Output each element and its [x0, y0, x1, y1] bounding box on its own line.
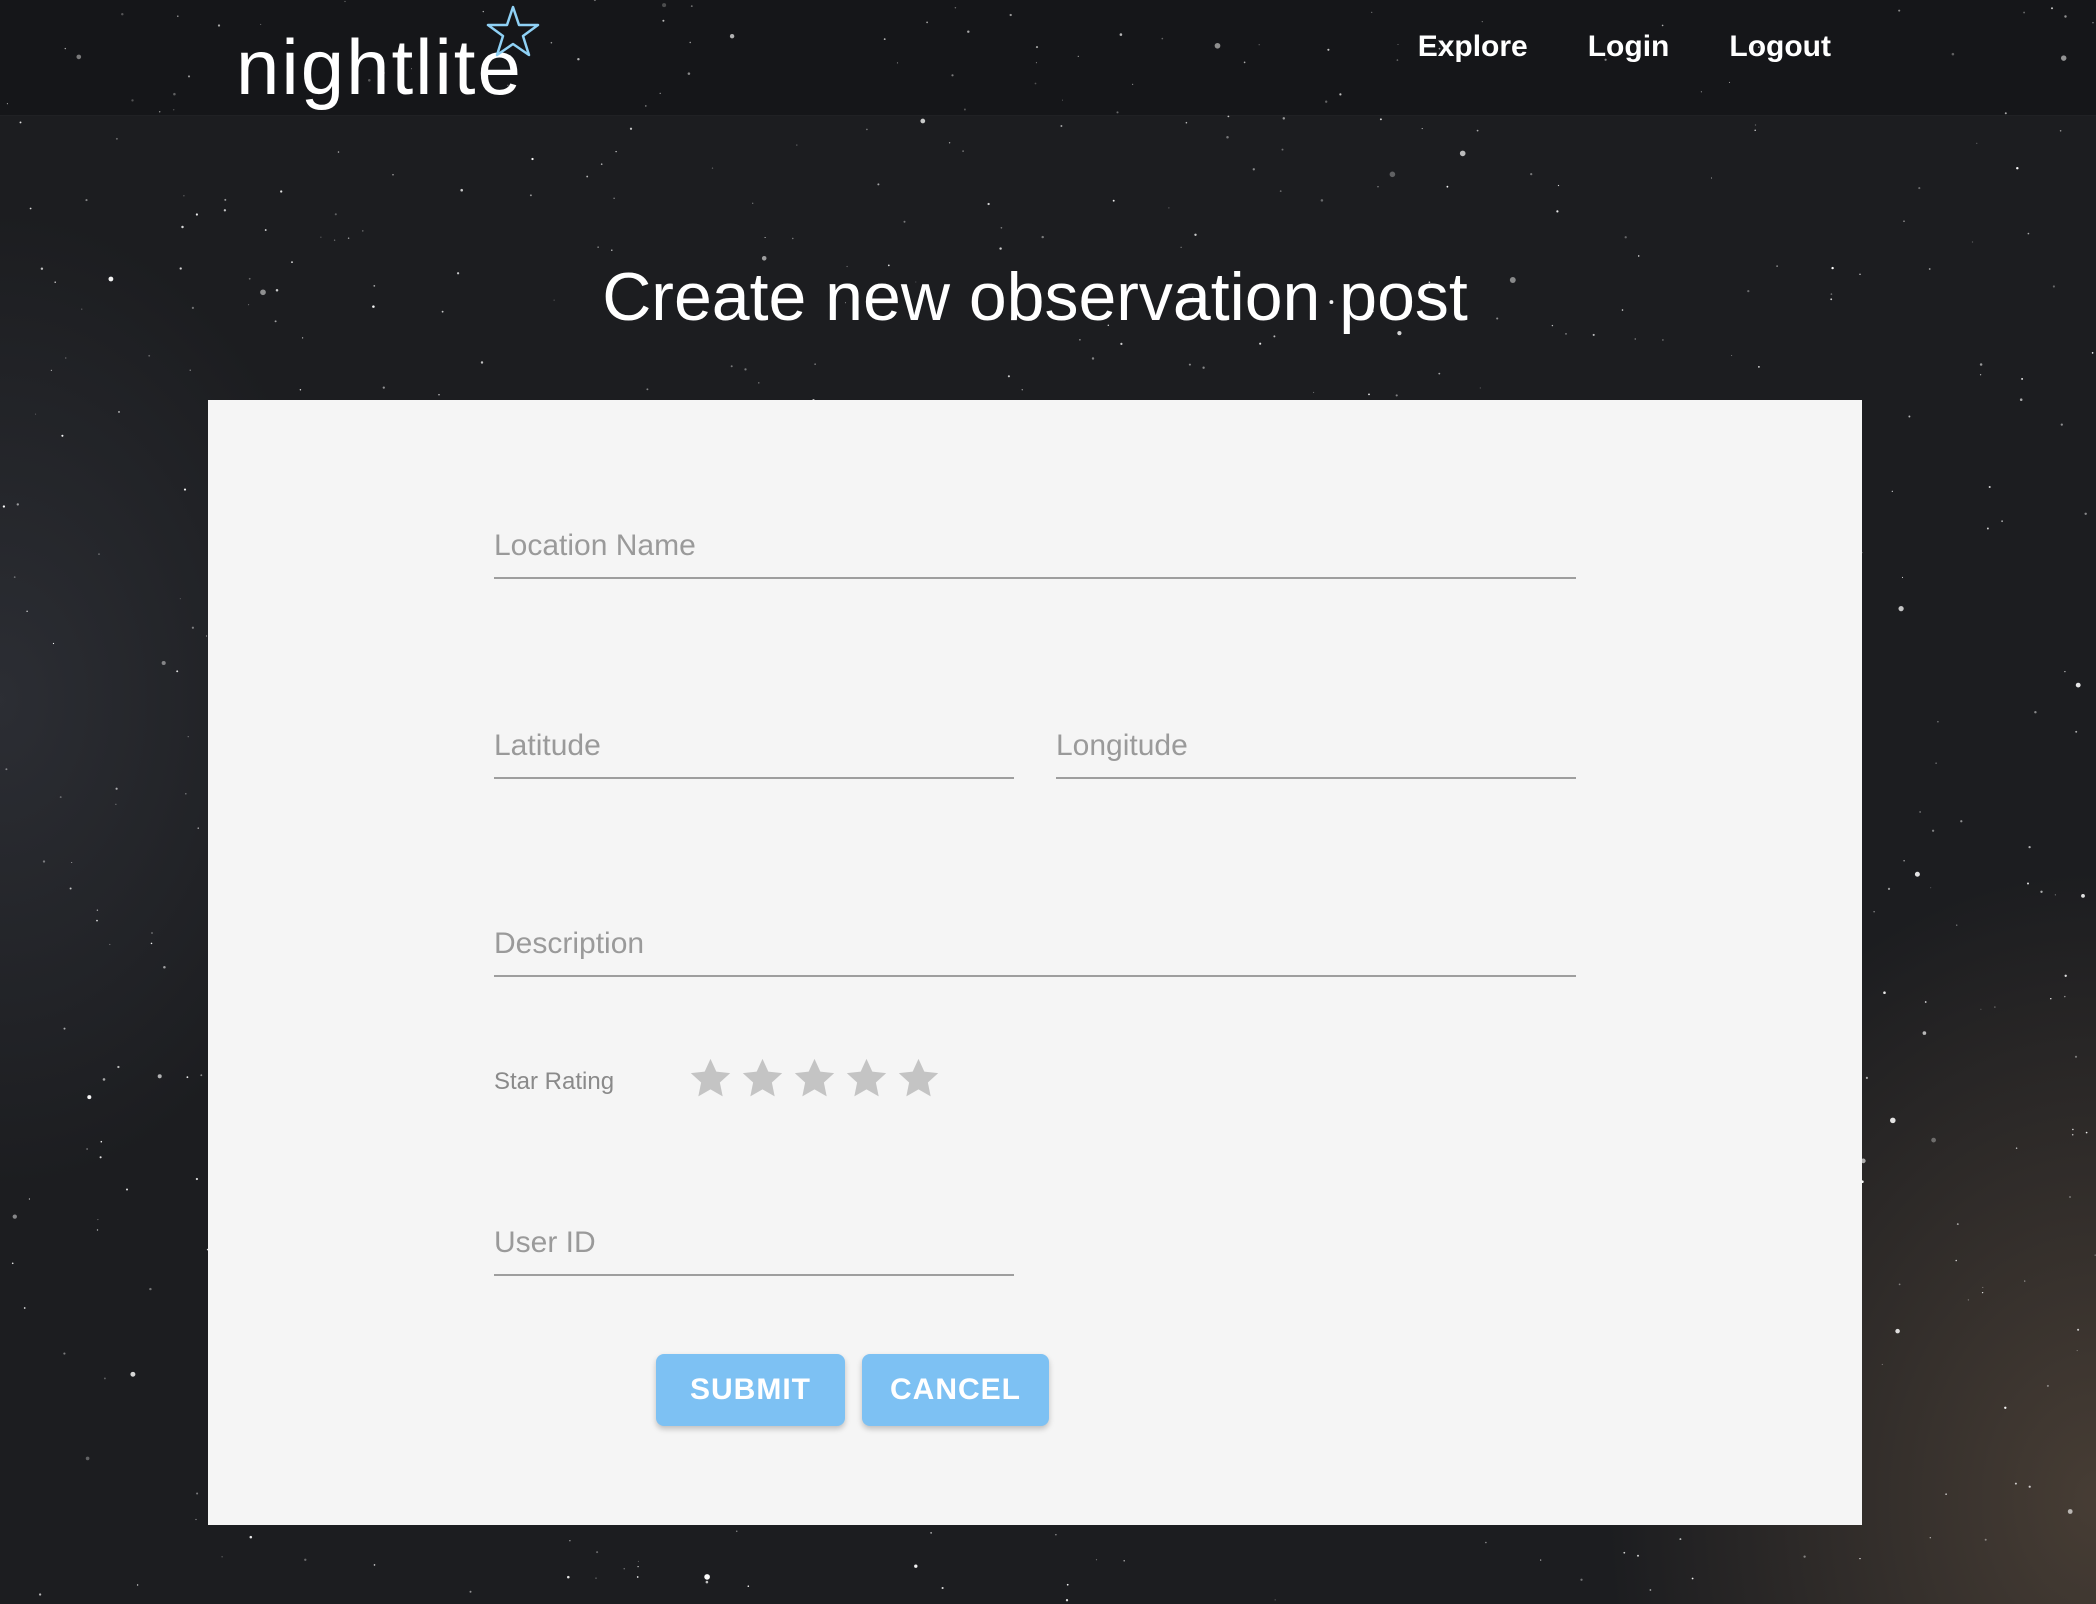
description-input[interactable] — [494, 913, 1576, 975]
submit-button[interactable]: SUBMIT — [656, 1354, 845, 1426]
cancel-button[interactable]: CANCEL — [862, 1354, 1049, 1426]
logo-text[interactable]: nightlite — [236, 28, 523, 106]
nav-explore-link[interactable]: Explore — [1418, 30, 1528, 64]
nav-logout-link[interactable]: Logout — [1729, 30, 1831, 64]
location-name-field — [494, 515, 1576, 579]
user-id-field — [494, 1212, 1014, 1276]
longitude-input[interactable] — [1056, 715, 1576, 777]
top-navbar: nightlite Explore Login Logout — [0, 0, 2096, 116]
logo-star-icon — [486, 5, 540, 57]
user-id-input[interactable] — [494, 1212, 1014, 1274]
description-field — [494, 913, 1576, 977]
main-nav: Explore Login Logout — [1418, 30, 1831, 64]
star-icon[interactable] — [896, 1056, 941, 1101]
star-rating-widget — [688, 1056, 941, 1101]
star-icon[interactable] — [688, 1056, 733, 1101]
nav-login-link[interactable]: Login — [1588, 30, 1670, 64]
page-title: Create new observation post — [602, 259, 1468, 335]
latitude-field — [494, 715, 1014, 779]
star-rating-label: Star Rating — [494, 1068, 615, 1095]
location-name-input[interactable] — [494, 515, 1576, 577]
star-icon[interactable] — [740, 1056, 785, 1101]
star-icon[interactable] — [792, 1056, 837, 1101]
longitude-field — [1056, 715, 1576, 779]
latitude-input[interactable] — [494, 715, 1014, 777]
observation-form-card: Star Rating SUBMIT CANCEL — [208, 400, 1862, 1525]
star-icon[interactable] — [844, 1056, 889, 1101]
